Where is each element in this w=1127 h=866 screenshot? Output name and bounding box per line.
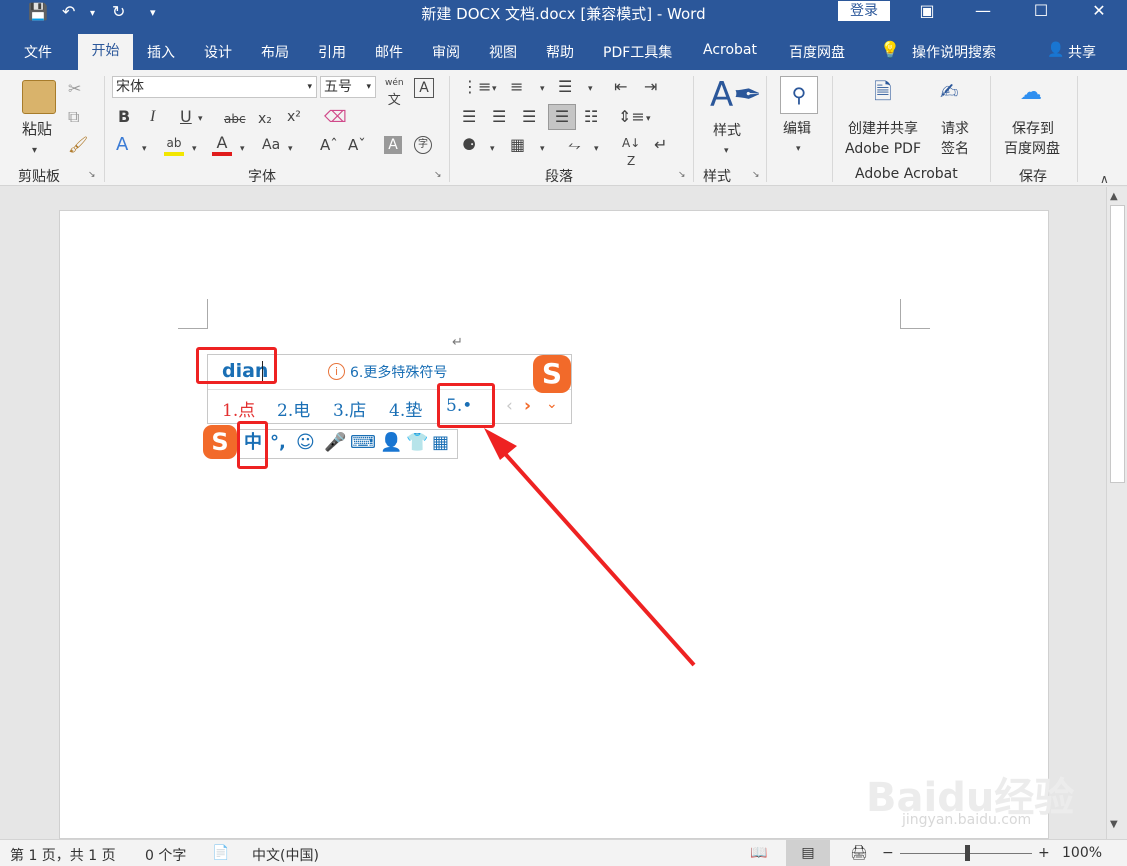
page-count[interactable]: 第 1 页，共 1 页 xyxy=(10,845,116,865)
zoom-out-icon[interactable]: − xyxy=(882,845,894,861)
word-count[interactable]: 0 个字 xyxy=(145,845,186,865)
watermark-url: jingyan.baidu.com xyxy=(902,812,1032,828)
print-layout-icon[interactable]: ▤ xyxy=(786,840,830,866)
read-mode-icon[interactable]: 📖 xyxy=(750,845,767,861)
annotation-arrow xyxy=(484,428,696,667)
scroll-down-icon[interactable]: ▼ xyxy=(1110,819,1118,830)
zoom-level[interactable]: 100% xyxy=(1062,845,1102,861)
web-layout-icon[interactable]: 🖨 xyxy=(850,845,868,861)
status-bar: 第 1 页，共 1 页 0 个字 📄 中文(中国) 📖 ▤ 🖨 − + 100% xyxy=(0,839,1127,866)
scrollbar-thumb[interactable] xyxy=(1110,205,1125,483)
zoom-slider-thumb[interactable] xyxy=(965,845,970,861)
zoom-in-icon[interactable]: + xyxy=(1038,845,1050,861)
vertical-scrollbar[interactable]: ▲ ▼ xyxy=(1106,187,1127,839)
language-indicator[interactable]: 中文(中国) xyxy=(252,845,319,865)
scroll-up-icon[interactable]: ▲ xyxy=(1110,191,1118,202)
proofing-icon[interactable]: 📄 xyxy=(212,845,229,861)
